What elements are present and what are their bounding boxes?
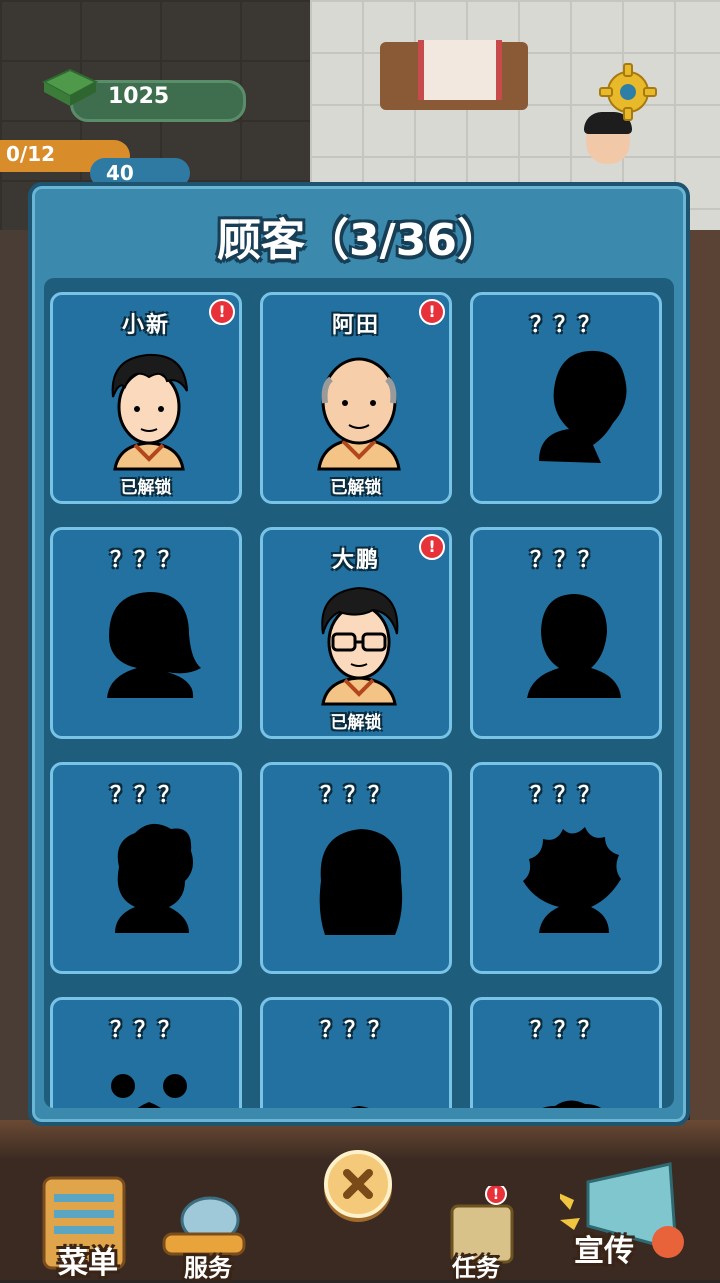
alert-icon: ! — [419, 534, 445, 560]
money-amount: 1025 — [108, 84, 170, 109]
nav-service-button[interactable]: 服务 — [150, 1190, 260, 1282]
unlock-status: 已解锁 — [330, 478, 382, 498]
customer-card-locked[interactable]: ？？？ — [50, 527, 242, 739]
unlock-status: 已解锁 — [120, 478, 172, 498]
cash-icon — [41, 68, 99, 106]
customer-collection-panel: 顾客（3/36） 小新 已解锁! 阿田 已解锁! ？？？ ？？？ 大鹏 已解锁! ？？？ ？？？ ？… — [28, 182, 690, 1126]
customer-list-scroll[interactable]: 小新 已解锁! 阿田 已解锁! ？？？ ？？？ 大鹏 已解锁! ？？？ ？？？ ？？？ ？？？ ？？？ ？… — [44, 278, 674, 1108]
left-wall — [0, 230, 30, 1130]
customer-name: ？？？ — [529, 313, 602, 338]
customer-name: ？？？ — [109, 1018, 182, 1043]
locked-silhouette — [319, 829, 403, 935]
customer-card-locked[interactable]: ？？？ — [470, 762, 662, 974]
customer-card-locked[interactable]: ？？？ — [470, 292, 662, 504]
customer-card-locked[interactable]: ？？？ — [50, 997, 242, 1108]
customer-name: ？？？ — [319, 783, 392, 808]
right-wall — [690, 230, 720, 1130]
svg-text:!: ! — [493, 1187, 499, 1203]
customer-name: ？？？ — [529, 783, 602, 808]
bald-man-portrait — [317, 357, 401, 471]
customer-card-locked[interactable]: ？？？ — [260, 997, 452, 1108]
customer-name: ？？？ — [529, 1018, 602, 1043]
glasses-man-portrait — [321, 586, 399, 706]
customer-card-locked[interactable]: ？？？ — [50, 762, 242, 974]
unlock-status: 已解锁 — [330, 713, 382, 733]
customer-count-text: 0/12 — [6, 142, 56, 166]
locked-silhouette — [115, 823, 193, 933]
customer-card-locked[interactable]: ？？？ — [470, 527, 662, 739]
alert-icon: ! — [209, 299, 235, 325]
boy-portrait — [111, 353, 188, 471]
customer-name: ？？？ — [109, 783, 182, 808]
customer-card-locked[interactable]: ？？？ — [470, 997, 662, 1108]
customer-name: ？？？ — [529, 548, 602, 573]
nav-menu-label: 菜单 — [58, 1246, 118, 1281]
alert-icon: ! — [419, 299, 445, 325]
locked-silhouette — [523, 827, 621, 933]
bottom-nav: 菜单 服务 ! 任务 宣传 — [0, 1160, 720, 1282]
nav-tasks-label: 任务 — [452, 1254, 500, 1282]
locked-silhouette — [527, 594, 621, 698]
bed-sheet — [418, 40, 502, 100]
panel-title: 顾客（3/36） — [217, 215, 501, 266]
customer-name: ？？？ — [109, 548, 182, 573]
locked-silhouette — [539, 350, 627, 463]
locked-silhouette — [350, 1106, 369, 1108]
customer-card-locked[interactable]: ？？？ — [260, 762, 452, 974]
customer-card-unlocked[interactable]: 小新 已解锁! — [50, 292, 242, 504]
locked-silhouette — [107, 592, 201, 698]
customer-name: ？？？ — [319, 1018, 392, 1043]
customer-card-unlocked[interactable]: 阿田 已解锁! — [260, 292, 452, 504]
nav-service-label: 服务 — [184, 1254, 232, 1282]
nav-promo-label: 宣传 — [574, 1234, 634, 1269]
gear-icon[interactable] — [598, 62, 658, 122]
nav-menu-button[interactable]: 菜单 — [30, 1170, 140, 1281]
locked-silhouette — [111, 1074, 187, 1108]
nav-promo-button[interactable]: 宣传 — [560, 1160, 710, 1280]
locked-silhouette — [542, 1100, 601, 1108]
customer-card-unlocked[interactable]: 大鹏 已解锁! — [260, 527, 452, 739]
nav-tasks-button[interactable]: ! 任务 — [430, 1186, 540, 1282]
